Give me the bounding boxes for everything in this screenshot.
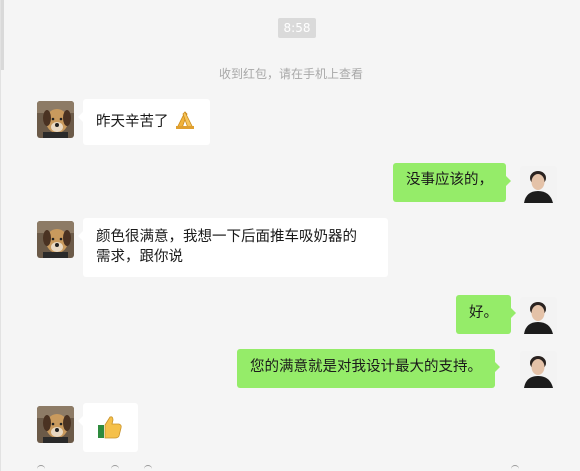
message-bubble-outgoing[interactable]: 好。 (456, 295, 516, 334)
message-text: 没事应该的， (406, 172, 493, 188)
message-bubble-incoming[interactable] (78, 403, 138, 452)
message-bubble-outgoing[interactable]: 您的满意就是对我设计最大的支持。 (237, 349, 500, 388)
message-bubble-outgoing[interactable]: 没事应该的， (393, 163, 511, 202)
folded-hands-icon (173, 109, 197, 135)
message-text-line: 需求，跟你说 (96, 249, 183, 265)
chat-window: 8:58 收到红包，请在手机上查看 昨天辛苦了 没事应该的， 颜色很满意，我想一… (0, 0, 580, 471)
message-text: 昨天辛苦了 (96, 114, 169, 130)
thumbs-up-icon (97, 415, 123, 445)
contact-avatar[interactable] (37, 101, 74, 138)
toolbar-icon-partial[interactable] (37, 465, 45, 470)
toolbar-icon-partial[interactable] (511, 465, 519, 470)
my-avatar[interactable] (520, 166, 557, 203)
message-bubble-incoming[interactable]: 颜色很满意，我想一下后面推车吸奶器的 需求，跟你说 (78, 218, 388, 277)
my-avatar[interactable] (520, 351, 557, 388)
my-avatar[interactable] (520, 297, 557, 334)
message-text: 好。 (469, 305, 498, 321)
window-edge (1, 0, 4, 70)
toolbar-icon-partial[interactable] (111, 465, 119, 470)
system-notice: 收到红包，请在手机上查看 (218, 67, 363, 81)
message-bubble-incoming[interactable]: 昨天辛苦了 (77, 99, 211, 145)
toolbar-icon-partial[interactable] (144, 465, 152, 470)
message-text-line: 颜色很满意，我想一下后面推车吸奶器的 (96, 229, 357, 245)
contact-avatar[interactable] (37, 406, 74, 443)
contact-avatar[interactable] (37, 221, 74, 258)
timestamp: 8:58 (278, 18, 316, 38)
message-text: 您的满意就是对我设计最大的支持。 (250, 359, 482, 375)
input-area-edge (1, 462, 580, 471)
